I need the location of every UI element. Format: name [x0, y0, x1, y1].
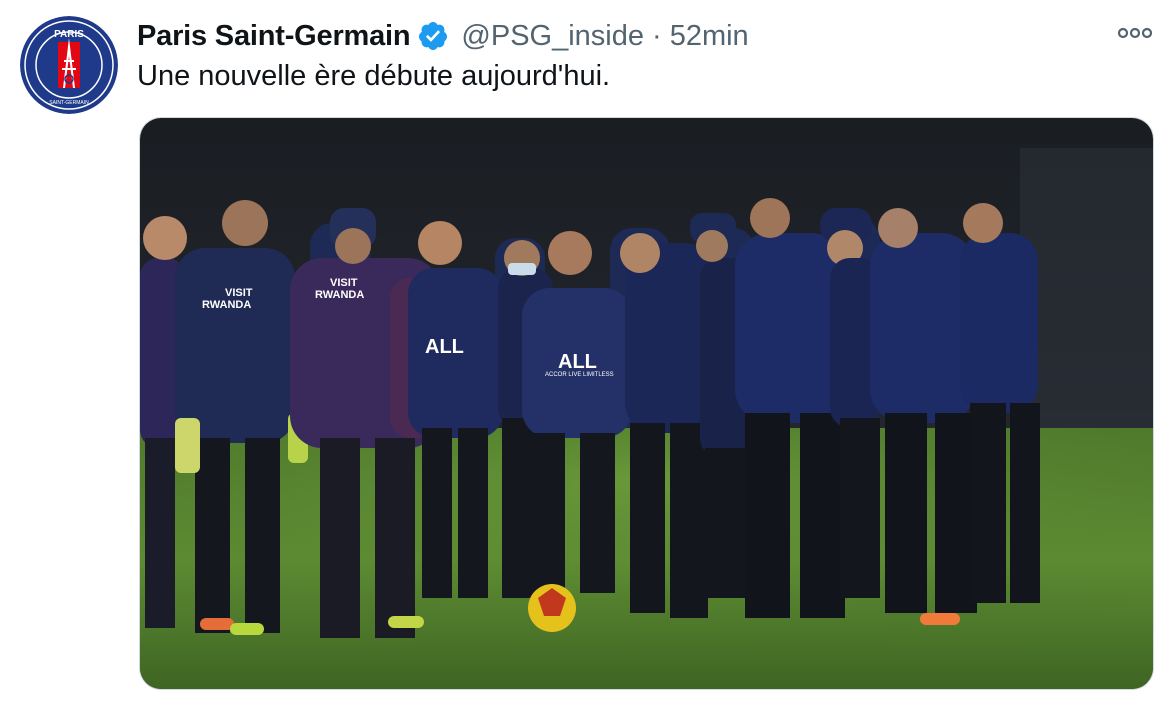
tweet-text: Une nouvelle ère débute aujourd'hui.	[137, 60, 611, 92]
player-figure	[735, 198, 845, 618]
shirt-sponsor-line2: RWANDA	[202, 299, 251, 311]
timestamp[interactable]: 52min	[670, 20, 749, 53]
display-name[interactable]: Paris Saint-Germain	[137, 20, 411, 53]
logo-ring-text: SAINT-GERMAIN	[49, 100, 89, 106]
player-figure	[960, 203, 1040, 603]
shirt-sponsor-line2-b: RWANDA	[315, 289, 364, 301]
tweet-header: Paris Saint-Germain @PSG_inside · 52min	[137, 16, 749, 56]
shirt-sponsor-line1-b: VISIT	[330, 277, 358, 289]
front-sponsor: ALL	[425, 336, 464, 358]
more-options-icon	[1117, 27, 1153, 39]
training-photo: VISIT RWANDA VISIT RWANDA ALL ALL ACCOR …	[140, 118, 1153, 689]
psg-logo: PARIS SAINT-GERMAIN	[20, 16, 118, 114]
logo-top-text: PARIS	[54, 29, 84, 40]
tweet-media-photo[interactable]: VISIT RWANDA VISIT RWANDA ALL ALL ACCOR …	[139, 117, 1154, 690]
profile-avatar[interactable]: PARIS SAINT-GERMAIN	[20, 16, 118, 114]
more-options-button[interactable]	[1112, 18, 1158, 48]
verified-badge-icon	[417, 20, 449, 52]
user-handle[interactable]: @PSG_inside	[461, 20, 644, 53]
front-sponsor-sub: ACCOR LIVE LIMITLESS	[545, 372, 614, 378]
shirt-sponsor-line1: VISIT	[225, 287, 253, 299]
separator-dot: ·	[652, 19, 662, 52]
front-sponsor-b: ALL	[558, 351, 597, 373]
football	[528, 584, 576, 632]
